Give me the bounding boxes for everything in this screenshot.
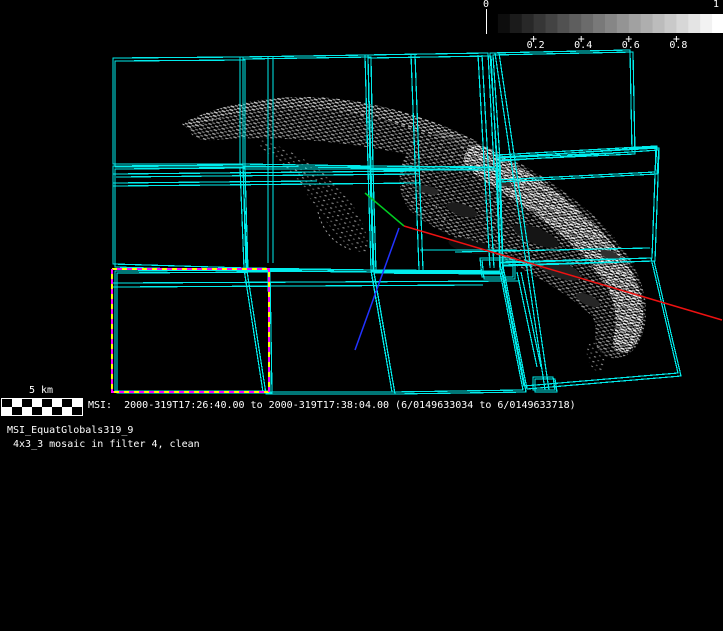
colorbar: 0.2 0.4 0.6 0.8 (486, 9, 723, 51)
colorbar-step (712, 14, 723, 33)
scalebar-cell (2, 399, 12, 407)
footprint-edge (113, 281, 520, 283)
colorbar-tick-label: 0.2 (527, 40, 545, 51)
colorbar-step (700, 14, 712, 33)
scalebar-cell (12, 407, 22, 415)
colorbar-step (510, 14, 522, 33)
mosaic-footprint (113, 165, 246, 268)
scalebar-cell (22, 407, 32, 415)
sequence-name: MSI_EquatGlobals319_9 (7, 425, 133, 437)
colorbar-step (688, 14, 700, 33)
scalebar-cell (32, 407, 42, 415)
scalebar-cell (62, 407, 72, 415)
mosaic-footprint-overlap (493, 52, 635, 160)
mosaic-footprint (490, 50, 632, 158)
colorbar-tick-label: 0.8 (669, 40, 687, 51)
colorbar-step (665, 14, 677, 33)
colorbar-step (557, 14, 569, 33)
colorbar-step (534, 14, 546, 33)
colorbar-step (676, 14, 688, 33)
colorbar-step (629, 14, 641, 33)
scalebar-cell (22, 399, 32, 407)
3d-scene-viewport[interactable]: 0.2 0.4 0.6 0.8 (0, 0, 723, 631)
scale-bar (1, 398, 83, 416)
colorbar-min-label: 0 (479, 0, 493, 10)
mosaic-footprint (244, 269, 392, 392)
footprint-edge (113, 285, 483, 287)
mosaic-footprint-overlap (117, 272, 272, 393)
scalebar-label: 5 km (1, 385, 81, 397)
colorbar-step (593, 14, 605, 33)
colorbar-tick-label: 0.4 (574, 40, 592, 51)
application-window: 0.2 0.4 0.6 0.8 0 1 5 km MSI: 2000-319T17:2… (0, 0, 723, 631)
asteroid-surface (258, 140, 368, 252)
colorbar-step (581, 14, 593, 33)
status-line: MSI: 2000-319T17:26:40.00 to 2000-319T17… (88, 400, 576, 412)
footprint-edge (113, 171, 420, 174)
colorbar-step (498, 14, 510, 33)
scalebar-cell (52, 407, 62, 415)
scalebar-cell (42, 407, 52, 415)
scalebar-cell (32, 399, 42, 407)
scalebar-cell (2, 407, 12, 415)
footprint-edge (113, 181, 317, 183)
colorbar-step (569, 14, 581, 33)
colorbar-step (653, 14, 665, 33)
mosaic-footprint (371, 271, 523, 392)
colorbar-step (617, 14, 629, 33)
colorbar-step (641, 14, 653, 33)
scalebar-cell (72, 407, 82, 415)
colorbar-step (605, 14, 617, 33)
colorbar-tick-label: 0.6 (622, 40, 640, 51)
colorbar-step (486, 14, 498, 33)
mosaic-footprint-overlap (115, 168, 248, 271)
sequence-description: 4x3_3 mosaic in filter 4, clean (7, 439, 200, 451)
colorbar-step (522, 14, 534, 33)
scalebar-cell (42, 399, 52, 407)
scalebar-cell (52, 399, 62, 407)
colorbar-max-label: 1 (709, 0, 723, 10)
scalebar-cell (62, 399, 72, 407)
scalebar-cell (72, 399, 82, 407)
scalebar-cell (12, 399, 22, 407)
colorbar-step (546, 14, 558, 33)
